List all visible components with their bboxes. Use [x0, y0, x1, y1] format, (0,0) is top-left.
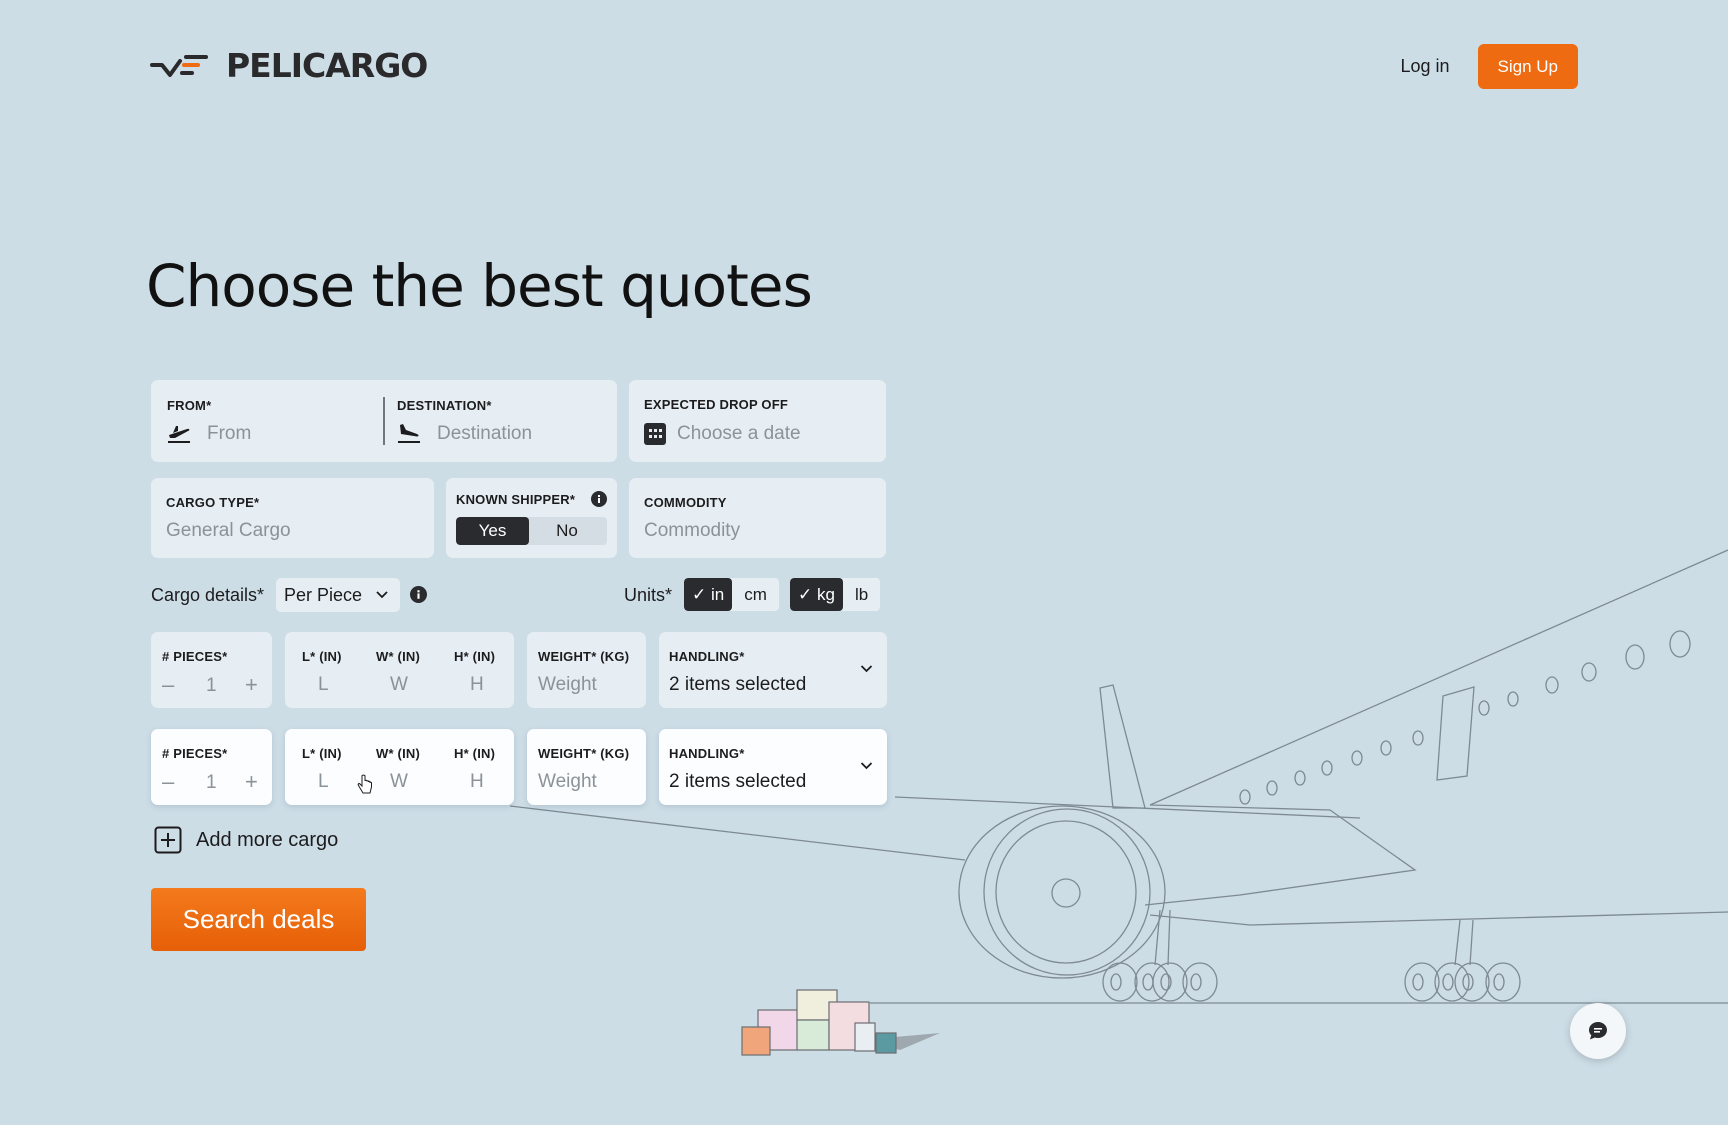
- brand-name: PELICARGO: [226, 46, 428, 85]
- route-card: FROM* From DESTINATION* Destination: [151, 380, 617, 462]
- unit-lb-option[interactable]: lb: [843, 578, 880, 611]
- unit-kg-option[interactable]: ✓ kg: [790, 578, 843, 611]
- unit-cm-option[interactable]: cm: [732, 578, 779, 611]
- known-shipper-no[interactable]: No: [529, 517, 605, 545]
- pieces-value[interactable]: 1: [206, 772, 217, 794]
- info-icon[interactable]: [410, 586, 427, 603]
- plane-landing-icon: [398, 424, 420, 443]
- destination-placeholder: Destination: [437, 423, 533, 444]
- airplane-illustration: [509, 549, 1728, 1056]
- calendar-icon: [644, 423, 666, 445]
- decrement-button[interactable]: –: [162, 674, 174, 696]
- cargo-type-label: CARGO TYPE*: [166, 495, 260, 510]
- search-deals-button[interactable]: Search deals: [151, 888, 366, 951]
- handling-dropdown[interactable]: HANDLING* 2 items selected: [659, 632, 887, 708]
- signup-button[interactable]: Sign Up: [1477, 44, 1578, 89]
- unit-in-option[interactable]: ✓ in: [684, 578, 733, 611]
- length-input[interactable]: L: [318, 771, 329, 793]
- pieces-stepper: # PIECES* – 1 +: [151, 632, 272, 708]
- width-input[interactable]: W: [390, 674, 408, 696]
- cargo-details-mode-value: Per Piece: [284, 585, 363, 605]
- login-link[interactable]: Log in: [1400, 56, 1449, 77]
- weight-field[interactable]: WEIGHT* (KG) Weight: [527, 632, 646, 708]
- decrement-button[interactable]: –: [162, 771, 174, 793]
- pieces-value[interactable]: 1: [206, 675, 217, 697]
- weight-placeholder: Weight: [538, 771, 597, 792]
- cargo-details-label: Cargo details*: [151, 585, 265, 605]
- height-label: H* (IN): [454, 649, 496, 664]
- known-shipper-label: KNOWN SHIPPER*: [456, 492, 576, 507]
- from-placeholder: From: [207, 423, 252, 444]
- route-divider: [383, 397, 385, 445]
- plus-square-icon: [154, 826, 182, 854]
- increment-button[interactable]: +: [245, 674, 258, 696]
- known-shipper-field: KNOWN SHIPPER* Yes No: [446, 478, 617, 558]
- width-label: W* (IN): [376, 746, 420, 761]
- chevron-down-icon: [860, 665, 873, 673]
- weight-label: WEIGHT* (KG): [538, 746, 630, 761]
- drop-off-placeholder: Choose a date: [677, 423, 801, 444]
- chevron-down-icon: [860, 762, 873, 770]
- weight-unit-toggle: ✓ kg lb: [790, 578, 881, 611]
- handling-dropdown[interactable]: HANDLING* 2 items selected: [659, 729, 887, 805]
- check-icon: ✓: [798, 585, 813, 604]
- length-label: L* (IN): [302, 649, 342, 664]
- pieces-stepper: # PIECES* – 1 +: [151, 729, 272, 805]
- auth-actions: Log in Sign Up: [1400, 44, 1578, 89]
- unit-kg-label: kg: [816, 585, 835, 604]
- width-label: W* (IN): [376, 649, 420, 664]
- pieces-label: # PIECES*: [162, 746, 228, 761]
- known-shipper-yes[interactable]: Yes: [456, 517, 529, 545]
- hand-cursor-icon: [357, 774, 372, 794]
- cargo-details-mode-dropdown[interactable]: Per Piece: [276, 578, 400, 612]
- chevron-down-icon: [376, 591, 388, 599]
- plane-takeoff-icon: [168, 426, 190, 443]
- from-field[interactable]: FROM* From: [151, 380, 381, 462]
- length-label: L* (IN): [302, 746, 342, 761]
- weight-label: WEIGHT* (KG): [538, 649, 630, 664]
- height-input[interactable]: H: [470, 674, 484, 696]
- height-label: H* (IN): [454, 746, 496, 761]
- units-label: Units*: [624, 585, 673, 605]
- add-more-cargo-button[interactable]: Add more cargo: [154, 826, 338, 854]
- known-shipper-toggle: Yes No: [456, 517, 607, 545]
- length-input[interactable]: L: [318, 674, 329, 696]
- cargo-type-field[interactable]: CARGO TYPE* General Cargo: [151, 478, 434, 558]
- handling-value: 2 items selected: [669, 674, 807, 695]
- unit-in-label: in: [710, 585, 725, 604]
- cargo-type-placeholder: General Cargo: [166, 520, 291, 541]
- drop-off-field[interactable]: EXPECTED DROP OFF Choose a date: [629, 380, 886, 462]
- width-input[interactable]: W: [390, 771, 408, 793]
- height-input[interactable]: H: [470, 771, 484, 793]
- handling-label: HANDLING*: [669, 746, 745, 761]
- weight-field[interactable]: WEIGHT* (KG) Weight: [527, 729, 646, 805]
- handling-value: 2 items selected: [669, 771, 807, 792]
- drop-off-label: EXPECTED DROP OFF: [644, 397, 789, 412]
- add-more-cargo-label: Add more cargo: [196, 828, 339, 851]
- pieces-label: # PIECES*: [162, 649, 228, 664]
- from-label: FROM*: [167, 398, 212, 413]
- increment-button[interactable]: +: [245, 771, 258, 793]
- commodity-field[interactable]: COMMODITY Commodity: [629, 478, 886, 558]
- check-icon: ✓: [692, 585, 707, 604]
- logo[interactable]: PELICARGO: [150, 46, 428, 85]
- weight-placeholder: Weight: [538, 674, 597, 695]
- pelicargo-logo-icon: [150, 54, 208, 77]
- length-unit-toggle: ✓ in cm: [684, 578, 779, 611]
- dimensions-field: L* (IN) L W* (IN) W H* (IN) H: [285, 729, 514, 805]
- commodity-label: COMMODITY: [644, 495, 727, 510]
- top-nav: PELICARGO Log in Sign Up: [150, 44, 1578, 90]
- destination-field[interactable]: DESTINATION* Destination: [397, 380, 617, 462]
- chat-button[interactable]: [1570, 1003, 1626, 1059]
- handling-label: HANDLING*: [669, 649, 745, 664]
- dimensions-field: L* (IN) L W* (IN) W H* (IN) H: [285, 632, 514, 708]
- commodity-placeholder: Commodity: [644, 520, 741, 541]
- page-title: Choose the best quotes: [146, 252, 813, 320]
- info-icon[interactable]: [591, 491, 607, 507]
- chat-bubble-icon: [1589, 1022, 1607, 1040]
- destination-label: DESTINATION*: [397, 398, 492, 413]
